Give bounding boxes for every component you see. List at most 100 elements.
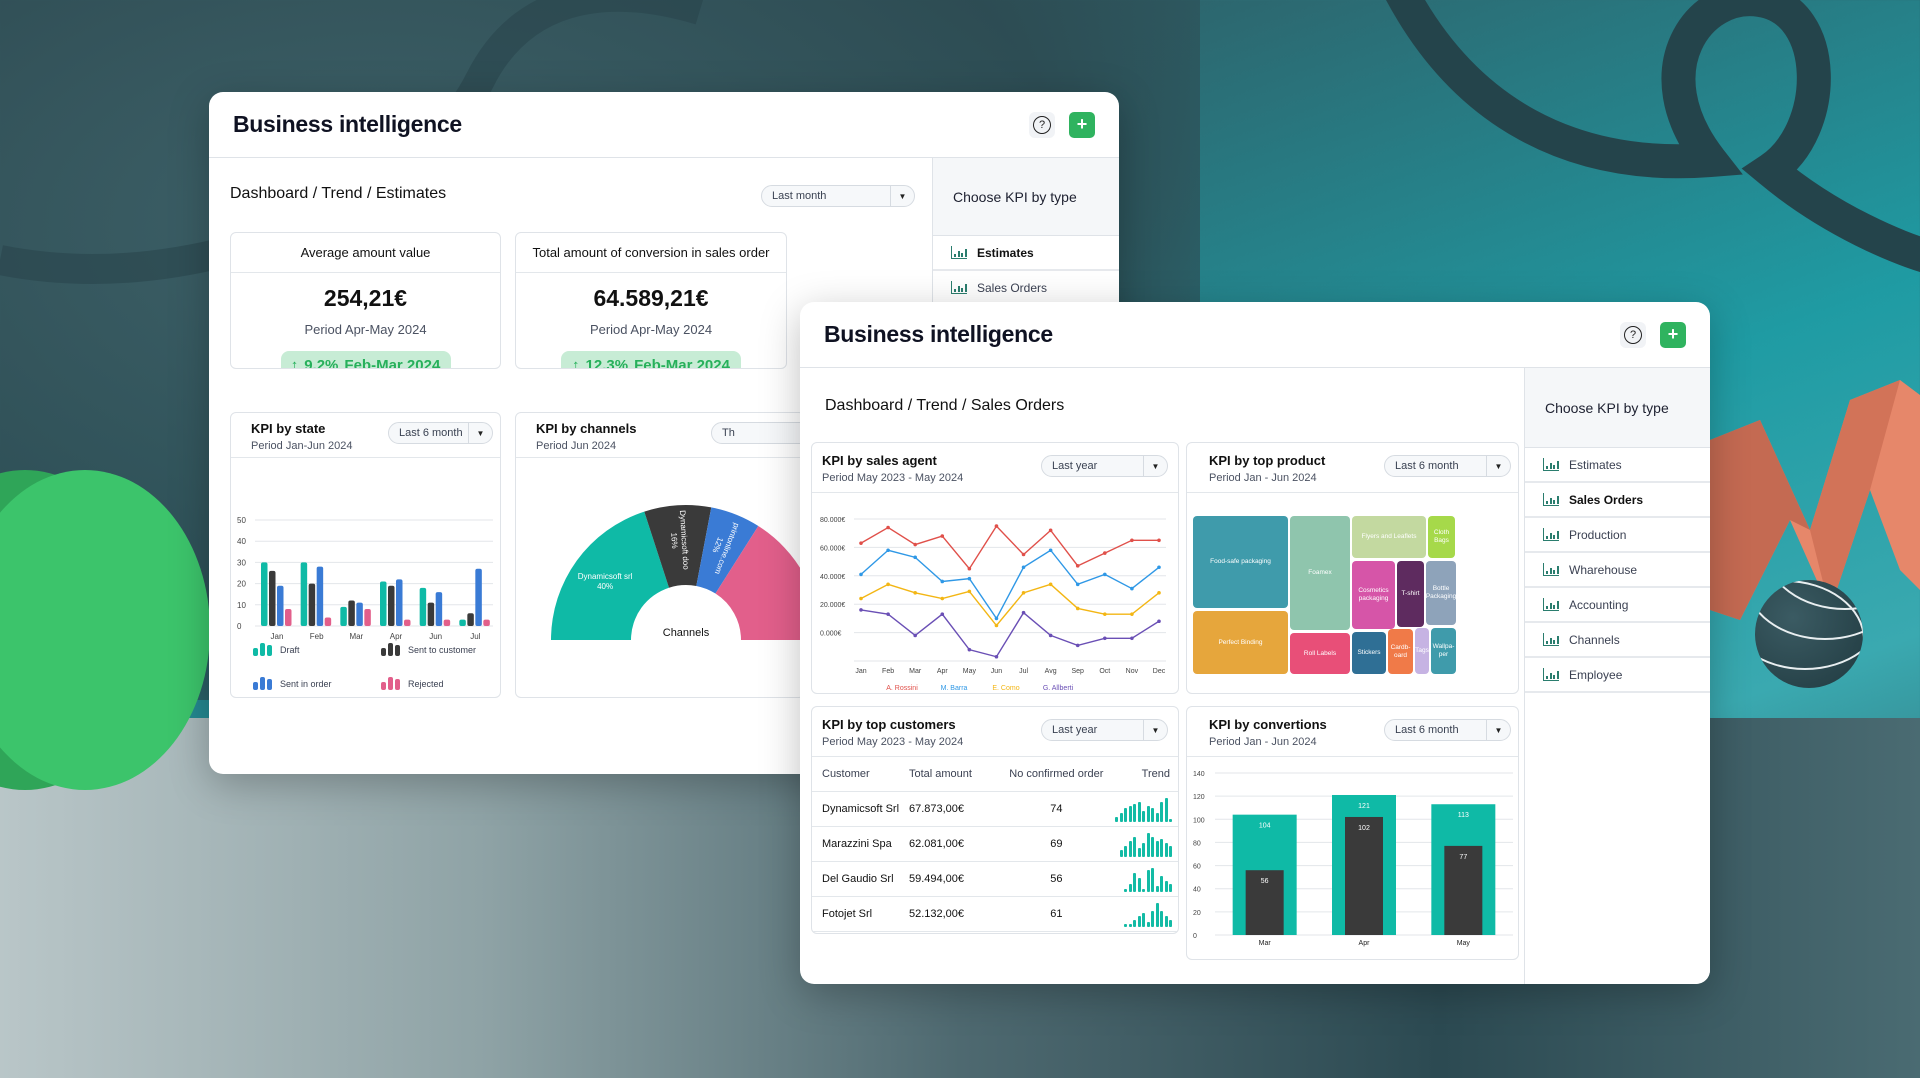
chevron-down-icon: ▼	[1143, 720, 1167, 740]
sparkline-bar	[1124, 924, 1127, 927]
sidebar-item-accounting[interactable]: Accounting	[1525, 588, 1710, 623]
data-point	[967, 566, 972, 571]
select-value: Last year	[1052, 724, 1098, 736]
kpi-by-state-chart: 0 10 20 30 40 50 Jan Feb Mar Apr Jun Jul	[237, 516, 493, 641]
chevron-down-icon: ▼	[1143, 456, 1167, 476]
data-point	[886, 548, 890, 553]
data-point	[1103, 551, 1107, 555]
treemap-tile-label: Stickers	[1357, 649, 1381, 657]
sidebar-item-estimates[interactable]: Estimates	[933, 236, 1119, 271]
x-tick-label: Avg	[1045, 668, 1057, 675]
sidebar-item-label: Estimates	[977, 245, 1034, 260]
legend-item-draft: Draft	[253, 643, 300, 656]
x-tick-label: Jun	[429, 632, 442, 641]
ball-stripe	[1765, 580, 1863, 610]
sparkline-bar	[1142, 810, 1145, 822]
kpi-by-sales-agent-card: KPI by sales agent Period May 2023 - May…	[811, 442, 1179, 694]
legend-item-sent-to-customer: Sent to customer	[381, 643, 476, 656]
x-tick-label: Sep	[1071, 668, 1084, 675]
sales-agent-period-select[interactable]: Last year ▼	[1041, 455, 1168, 477]
treemap-tile[interactable]: Cloth Bags	[1428, 516, 1455, 558]
table-row[interactable]: Dynamicsoft Srl 67.873,00€ 74	[812, 791, 1178, 827]
treemap-tile[interactable]: Flyers and Leaflets	[1352, 516, 1426, 558]
top-product-period-select[interactable]: Last 6 month ▼	[1384, 455, 1511, 477]
sidebar-item-label: Estimates	[1569, 457, 1622, 472]
column-header[interactable]: Customer	[812, 757, 909, 792]
sidebar-item-estimates[interactable]: Estimates	[1525, 448, 1710, 483]
data-point	[1021, 591, 1026, 595]
top-customers-period-select[interactable]: Last year ▼	[1041, 719, 1168, 741]
table-row[interactable]: Marazzini Spa 62.081,00€ 69	[812, 826, 1178, 862]
treemap-tile[interactable]: Stickers	[1352, 632, 1386, 674]
treemap-tile[interactable]: T-shirt	[1397, 561, 1424, 627]
bar	[396, 579, 403, 626]
table-row[interactable]: Fotojet Srl 52.132,00€ 61	[812, 896, 1178, 932]
table-row[interactable]: Del Gaudio Srl 59.494,00€ 56	[812, 861, 1178, 897]
x-tick-label: Oct	[1099, 668, 1110, 675]
plus-icon: +	[1667, 324, 1679, 344]
treemap-tile[interactable]: Roll Labels	[1290, 633, 1350, 674]
plus-icon: +	[1076, 114, 1088, 134]
sidebar-item-employee[interactable]: Employee	[1525, 658, 1710, 693]
x-tick-label: Jan	[855, 668, 866, 675]
sidebar-title: Choose KPI by type	[1525, 368, 1710, 448]
help-button[interactable]: ?	[1029, 111, 1055, 138]
convertions-period-select[interactable]: Last 6 month ▼	[1384, 719, 1511, 741]
trend-sparkline	[1115, 866, 1172, 892]
sidebar-item-label: Sales Orders	[1569, 492, 1644, 507]
chevron-down-icon: ▼	[890, 186, 914, 206]
treemap-tile[interactable]: Wallpa-per	[1431, 628, 1456, 674]
treemap-tile[interactable]: Foamex	[1290, 516, 1350, 630]
data-point	[940, 534, 945, 538]
customer-name: Dynamicsoft Srl	[812, 791, 909, 827]
bar-chart-icon	[951, 281, 967, 294]
bar	[316, 566, 324, 626]
sidebar-item-sales-orders[interactable]: Sales Orders	[1525, 483, 1710, 518]
data-point	[1130, 636, 1134, 641]
help-button[interactable]: ?	[1620, 321, 1646, 348]
sidebar-item-wharehouse[interactable]: Wharehouse	[1525, 553, 1710, 588]
sparkline-bar	[1128, 806, 1132, 822]
data-point	[994, 524, 999, 528]
treemap-tile[interactable]: Cardb-oard	[1388, 629, 1413, 674]
ball-stripe	[1755, 580, 1863, 640]
sparkline-bar	[1133, 836, 1136, 857]
channels-period-select[interactable]: Th	[711, 422, 804, 444]
window-header: Business intelligence ? +	[800, 302, 1710, 368]
bar-chart-icon	[1543, 633, 1559, 646]
period-select[interactable]: Last month ▼	[761, 185, 915, 207]
sparkline-bar	[1146, 806, 1150, 822]
sidebar-item-label: Wharehouse	[1569, 562, 1638, 577]
data-point	[994, 616, 999, 621]
sparkline-bar	[1164, 915, 1168, 927]
treemap-tile[interactable]: Food-safe packaging	[1193, 516, 1288, 608]
add-button[interactable]: +	[1069, 111, 1095, 138]
column-header[interactable]: No confirmed order	[997, 757, 1115, 792]
kpi-card-title: Average amount value	[231, 233, 500, 273]
sidebar-item-label: Channels	[1569, 632, 1620, 647]
data-point	[1130, 586, 1134, 591]
treemap-tile[interactable]: Tags	[1415, 628, 1429, 674]
treemap-tile[interactable]: Perfect Binding	[1193, 611, 1288, 674]
sidebar-item-production[interactable]: Production	[1525, 518, 1710, 553]
customer-name: Marazzini Spa	[812, 826, 909, 862]
column-header[interactable]: Total amount	[908, 757, 998, 792]
sidebar-item-channels[interactable]: Channels	[1525, 623, 1710, 658]
treemap-tile[interactable]: Bottle Packaging	[1426, 561, 1456, 625]
bar-chart-icon	[1543, 458, 1559, 471]
y-tick-label: 40	[1193, 887, 1201, 894]
decorative-green-cylinder	[0, 470, 210, 790]
data-point	[1157, 619, 1161, 624]
add-button[interactable]: +	[1660, 321, 1686, 348]
sparkline-bar	[1142, 843, 1145, 857]
state-period-select[interactable]: Last 6 month ▼	[388, 422, 493, 444]
sidebar-item-sales-orders[interactable]: Sales Orders	[933, 271, 1119, 306]
kpi-value: 254,21€	[323, 285, 408, 311]
data-point	[913, 542, 917, 547]
treemap-tile-label: Cosmetics packaging	[1358, 587, 1389, 602]
kpi-delta-value: 12,3%	[585, 356, 629, 369]
y-tick-label: 0	[1193, 933, 1197, 940]
column-header[interactable]: Trend	[1115, 757, 1178, 792]
treemap-tile[interactable]: Cosmetics packaging	[1352, 561, 1395, 629]
select-value: Last 6 month	[399, 427, 463, 439]
